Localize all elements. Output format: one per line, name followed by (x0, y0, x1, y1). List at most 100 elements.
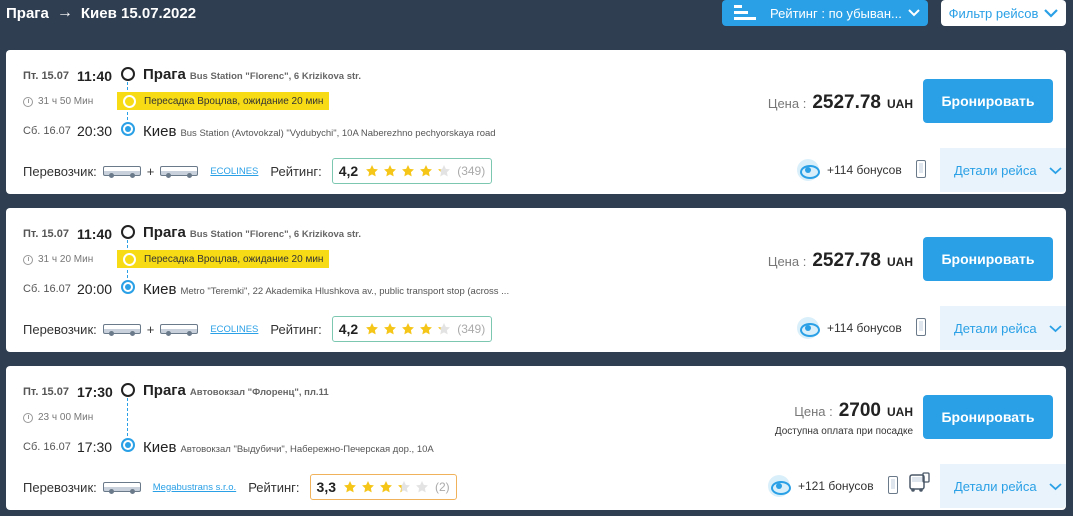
transfer-badge: Пересадка Вроцлав, ожидание 20 мин (117, 250, 330, 268)
chevron-down-icon (908, 9, 920, 17)
bonus-eye-icon (797, 317, 820, 339)
bus-icon (160, 324, 199, 336)
trip-details-button[interactable]: Детали рейса (940, 306, 1066, 350)
rating-value: 3,3 (316, 479, 336, 495)
route-to-date: Киев 15.07.2022 (80, 4, 197, 22)
arrival-marker-icon (121, 280, 135, 294)
departure-city-name: Прага (143, 382, 186, 399)
arrival-address: Metro "Teremki", 22 Akademika Hlushkova … (180, 286, 510, 297)
bonus: +114 бонусов (797, 159, 902, 181)
review-count: (349) (457, 322, 486, 336)
arrival-city-name: Киев (143, 123, 177, 140)
departure-marker-icon (121, 225, 135, 239)
plus-sign: + (146, 163, 155, 179)
arrival-marker-icon (121, 122, 135, 136)
route-title: Прага → Киев 15.07.2022 (6, 4, 196, 22)
bus-icon (160, 166, 199, 178)
book-button[interactable]: Бронировать (923, 79, 1053, 123)
departure-marker-icon (121, 383, 135, 397)
departure-time: 11:40 (77, 68, 113, 84)
star-icon (343, 480, 357, 494)
trip-details-button[interactable]: Детали рейса (940, 148, 1066, 192)
mobile-ticket-icon (888, 476, 898, 494)
star-icon (419, 322, 433, 336)
departure-date: Пт. 15.07 (23, 228, 69, 240)
clock-icon (23, 254, 33, 265)
star-icon (397, 480, 411, 494)
carrier-row: Перевозчик: + ECOLINES Рейтинг: 4,2 (349… (23, 316, 493, 342)
price: Цена : 2700 UAH (794, 400, 913, 422)
departure-city-name: Прага (143, 66, 186, 83)
departure-city: Прага Bus Station "Florenc", 6 Krizikova… (143, 66, 361, 83)
transfer-text: Пересадка Вроцлав, ожидание 20 мин (144, 95, 324, 107)
clock-icon (23, 96, 33, 107)
arrival-time: 17:30 (77, 439, 113, 455)
book-button[interactable]: Бронировать (923, 395, 1053, 439)
mobile-ticket-icon (916, 160, 926, 178)
departure-city: Прага Автовокзал "Флоренц", пл.11 (143, 382, 329, 399)
departure-date: Пт. 15.07 (23, 70, 69, 82)
arrival-address: Автовокзал "Выдубичи", Набережно-Печерск… (180, 444, 434, 455)
bus-icon (102, 166, 141, 178)
trip-duration: 31 ч 20 Мин (23, 254, 93, 265)
bonus-text: +114 бонусов (827, 321, 902, 335)
arrow-right-icon: → (56, 4, 73, 21)
price-amount: 2527.78 (812, 92, 881, 113)
price: Цена : 2527.78 UAH (768, 92, 913, 114)
book-button[interactable]: Бронировать (923, 237, 1053, 281)
sort-dropdown[interactable]: Рейтинг : по убыван... (722, 0, 928, 26)
mobile-ticket-icon (916, 318, 926, 336)
arrival-date: Сб. 16.07 (23, 283, 71, 295)
trip-details-button[interactable]: Детали рейса (940, 464, 1066, 508)
star-icon (437, 322, 451, 336)
chevron-down-icon (1048, 324, 1062, 332)
carrier-label: Перевозчик: (23, 163, 97, 179)
trip-card: Пт. 15.07 11:40 Прага Bus Station "Flore… (6, 50, 1066, 194)
arrival-date: Сб. 16.07 (23, 125, 71, 137)
carrier-label: Перевозчик: (23, 479, 97, 495)
rating-label: Рейтинг: (248, 479, 300, 495)
carrier-row: Перевозчик: + ECOLINES Рейтинг: 4,2 (349… (23, 158, 493, 184)
carrier-link[interactable]: Megabustrans s.r.o. (153, 482, 236, 493)
duration-text: 31 ч 20 Мин (38, 254, 94, 265)
rating-box[interactable]: 3,3 (2) (309, 474, 457, 500)
star-icon (365, 164, 379, 178)
bus-icon (102, 324, 141, 336)
arrival-city: Киев Bus Station (Avtovokzal) "Vydubychi… (143, 123, 496, 140)
price-currency: UAH (887, 405, 913, 419)
details-label: Детали рейса (954, 162, 1037, 178)
rating-value: 4,2 (338, 321, 359, 337)
rating-label: Рейтинг: (270, 163, 322, 179)
price-amount: 2700 (838, 400, 881, 421)
bonus-text: +114 бонусов (827, 163, 902, 177)
trip-card: Пт. 15.07 11:40 Прага Bus Station "Flore… (6, 208, 1066, 352)
bonus: +114 бонусов (797, 317, 902, 339)
carrier-link[interactable]: ECOLINES (210, 324, 258, 335)
arrival-time: 20:30 (77, 123, 113, 139)
chevron-down-icon (1048, 482, 1062, 490)
review-count: (349) (457, 164, 486, 178)
sort-label: Рейтинг : по убыван... (770, 5, 902, 21)
price-amount: 2527.78 (812, 250, 881, 271)
price-currency: UAH (887, 255, 913, 269)
filter-button[interactable]: Фильтр рейсов (941, 0, 1066, 26)
filter-label: Фильтр рейсов (948, 5, 1039, 21)
departure-date: Пт. 15.07 (23, 386, 69, 398)
bonus-eye-icon (768, 475, 791, 497)
transfer-icon (123, 252, 136, 266)
chevron-down-icon (1048, 166, 1062, 174)
rating-box[interactable]: 4,2 (349) (331, 158, 493, 184)
rating-value: 4,2 (338, 163, 359, 179)
rating-box[interactable]: 4,2 (349) (331, 316, 493, 342)
departure-marker-icon (121, 67, 135, 81)
carrier-link[interactable]: ECOLINES (210, 166, 258, 177)
star-icon (365, 322, 379, 336)
price: Цена : 2527.78 UAH (768, 250, 913, 272)
trip-duration: 31 ч 50 Мин (23, 96, 93, 107)
departure-time: 11:40 (77, 226, 113, 242)
plus-sign: + (146, 321, 155, 337)
arrival-address: Bus Station (Avtovokzal) "Vydubychi", 10… (180, 128, 496, 139)
star-icon (401, 322, 415, 336)
star-icon (383, 322, 397, 336)
price-label: Цена : (767, 96, 807, 111)
